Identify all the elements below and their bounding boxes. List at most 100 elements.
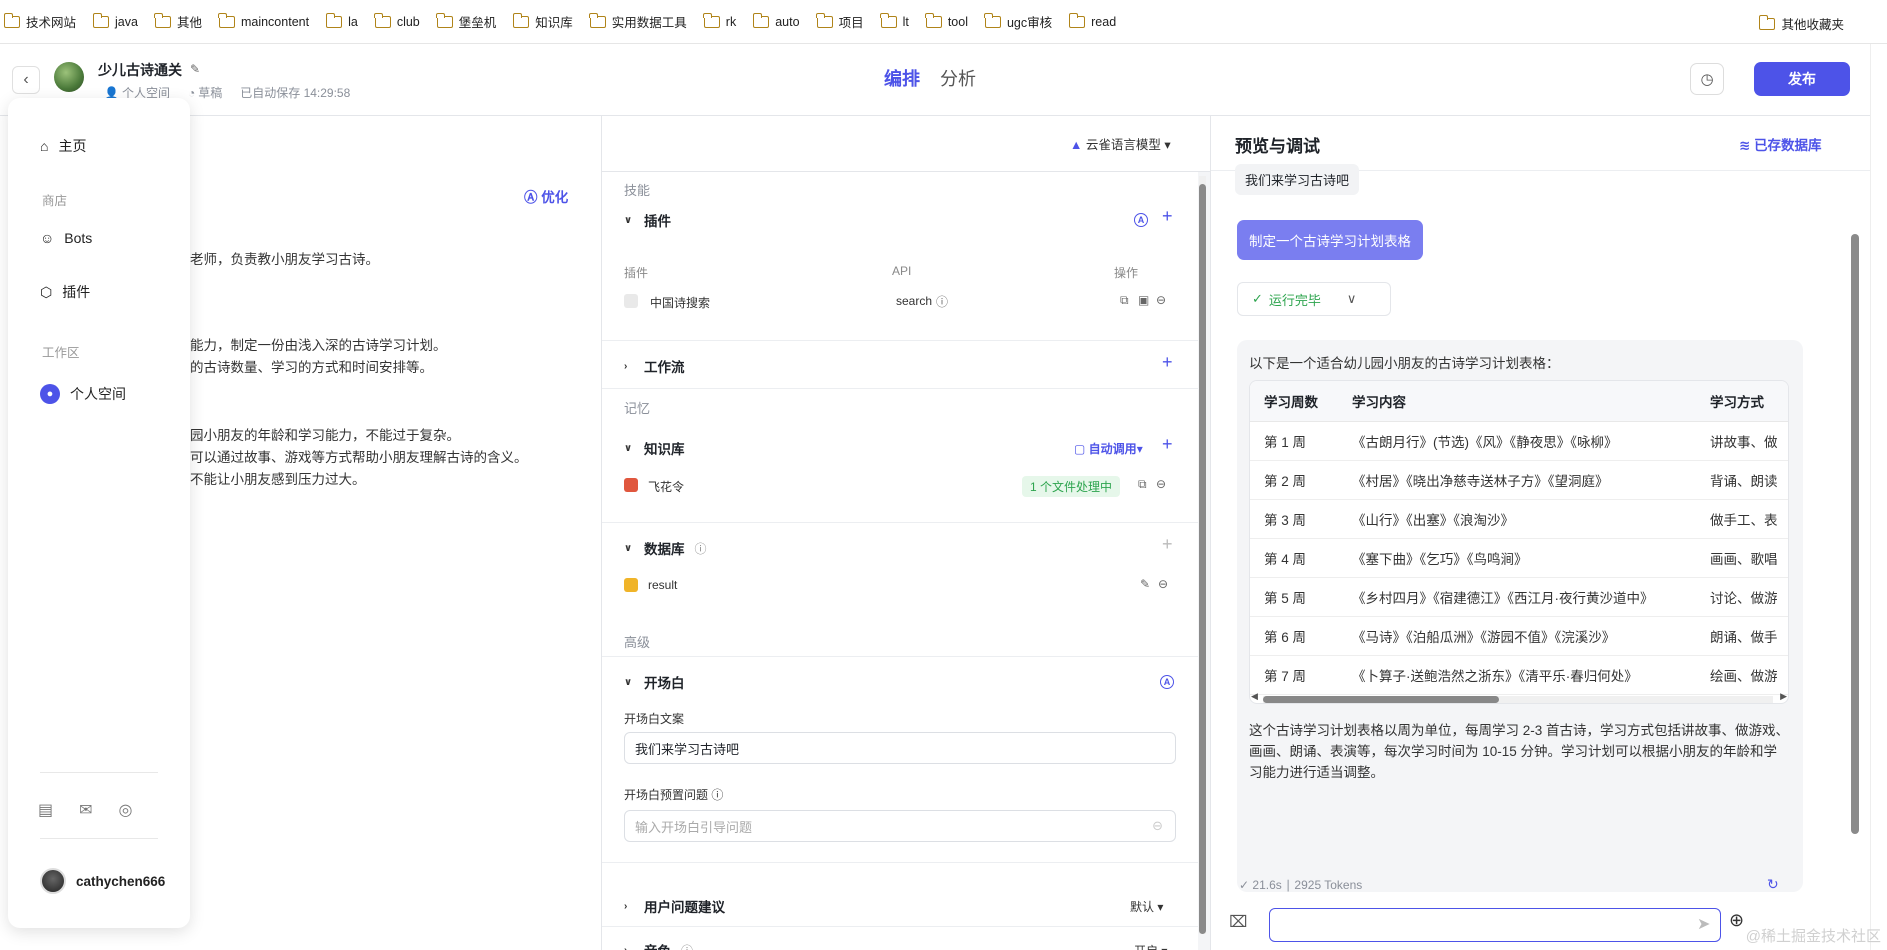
user-profile[interactable]: cathychen666	[40, 868, 165, 894]
arrow-right-icon[interactable]: ▶	[1780, 691, 1787, 702]
section-voice[interactable]: › 音色 ⓘ	[624, 940, 693, 950]
sidebar-item-personal-space[interactable]: ● 个人空间	[40, 384, 126, 404]
section-plugins[interactable]: ∨ 插件	[624, 210, 671, 230]
section-workflow[interactable]: › 工作流	[624, 356, 685, 376]
bookmark-item[interactable]: ugc审核	[984, 12, 1052, 31]
back-button[interactable]: ‹	[12, 66, 40, 94]
table-hscrollbar[interactable]: ◀ ▶	[1249, 691, 1789, 704]
bookmark-item[interactable]: 项目	[816, 12, 864, 31]
scrollbar-thumb[interactable]	[1263, 696, 1499, 703]
copy-icon[interactable]: ⧉	[1138, 477, 1147, 492]
info-icon[interactable]: ⓘ	[695, 540, 707, 557]
arrow-left-icon[interactable]: ◀	[1251, 691, 1258, 702]
add-attachment-icon[interactable]: ⊕	[1729, 910, 1744, 931]
col-api: API	[892, 264, 912, 278]
chat-input[interactable]	[1269, 908, 1721, 942]
model-select[interactable]: ▲ 云雀语言模型 ▾	[1070, 134, 1171, 153]
section-opening[interactable]: ∨ 开场白	[624, 672, 685, 692]
add-knowledge-button[interactable]: +	[1162, 434, 1173, 455]
add-plugin-button[interactable]: +	[1162, 206, 1173, 227]
prompt-line[interactable]: 能力，制定一份由浅入深的古诗学习计划。	[190, 334, 447, 354]
bookmark-item[interactable]: tool	[925, 12, 968, 29]
bookmark-item[interactable]: club	[374, 12, 420, 29]
scrollbar-thumb[interactable]	[1199, 184, 1206, 934]
add-workflow-button[interactable]: +	[1162, 352, 1173, 373]
bookmark-item[interactable]: auto	[752, 12, 800, 29]
section-knowledge[interactable]: ∨ 知识库	[624, 438, 685, 458]
prompt-line[interactable]: 不能让小朋友感到压力过大。	[190, 468, 366, 488]
prompt-line[interactable]: 老师，负责教小朋友学习古诗。	[190, 248, 379, 268]
tab-analyze[interactable]: 分析	[940, 65, 976, 91]
section-database[interactable]: ∨ 数据库 ⓘ	[624, 538, 707, 558]
prompt-line[interactable]: 的古诗数量、学习的方式和时间安排等。	[190, 356, 433, 376]
bot-avatar[interactable]	[54, 62, 84, 92]
info-icon[interactable]: ⓘ	[711, 788, 723, 802]
prompt-line[interactable]: 园小朋友的年龄和学习能力，不能过于复杂。	[190, 424, 460, 444]
send-icon[interactable]: ➤	[1697, 914, 1710, 934]
bookmark-item[interactable]: rk	[703, 12, 736, 29]
add-database-button[interactable]: +	[1162, 534, 1173, 555]
document-icon[interactable]: ▤	[38, 800, 53, 820]
optimize-label: 优化	[541, 190, 569, 205]
publish-button[interactable]: 发布	[1754, 62, 1850, 96]
auto-icon[interactable]: A	[1134, 213, 1148, 227]
chevron-down-icon: ∨	[624, 214, 633, 226]
regenerate-icon[interactable]: ↻	[1767, 876, 1779, 893]
auto-icon[interactable]: A	[1160, 675, 1174, 689]
section-suggestions[interactable]: › 用户问题建议	[624, 896, 725, 916]
tab-edit[interactable]: 编排	[884, 65, 920, 91]
suggestion-select[interactable]: 默认 ▾	[1130, 898, 1163, 915]
scrollbar-thumb[interactable]	[1851, 234, 1859, 834]
remove-icon[interactable]: ⊖	[1152, 818, 1163, 834]
run-status[interactable]: ✓ 运行完毕 ∨	[1237, 282, 1391, 316]
prompt-line[interactable]: 可以通过故事、游戏等方式帮助小朋友理解古诗的含义。	[190, 446, 528, 466]
model-label: 云雀语言模型	[1085, 138, 1161, 152]
info-icon[interactable]: ⓘ	[936, 293, 948, 310]
edit-icon[interactable]: ✎	[1140, 577, 1150, 591]
bookmark-item[interactable]: 知识库	[512, 12, 573, 31]
bookmark-item[interactable]: read	[1068, 12, 1116, 29]
copy-icon[interactable]: ⧉	[1120, 293, 1129, 308]
answer-intro: 以下是一个适合幼儿园小朋友的古诗学习计划表格：	[1249, 356, 1560, 371]
plan-table-container[interactable]: 学习周数 学习内容 学习方式 第 1 周《古朗月行》(节选)《风》《静夜思》《咏…	[1249, 380, 1789, 704]
remove-icon[interactable]: ⊖	[1158, 577, 1168, 591]
elapsed-time: 21.6s	[1252, 878, 1282, 892]
bookmarks-bar: 技术网站 java 其他 maincontent la club 堡垒机 知识库 实用数据工具 r…	[0, 0, 1887, 44]
image-icon[interactable]: ▣	[1138, 293, 1149, 307]
sidebar-item-bots[interactable]: ☺ Bots	[40, 230, 92, 246]
bookmark-item[interactable]: java	[92, 12, 138, 29]
folder-icon	[1758, 14, 1776, 30]
opening-question-input[interactable]: 输入开场白引导问题 ⊖	[624, 810, 1176, 842]
knowledge-icon	[624, 478, 638, 492]
remove-icon[interactable]: ⊖	[1156, 293, 1166, 307]
bookmark-item[interactable]: 其他	[154, 12, 202, 31]
mail-icon[interactable]: ✉	[79, 800, 92, 820]
bookmark-item[interactable]: lt	[880, 12, 909, 29]
clear-chat-icon[interactable]: ⌧	[1229, 912, 1247, 932]
opening-text-input[interactable]: 我们来学习古诗吧	[624, 732, 1176, 764]
optimize-button[interactable]: Ⓐ 优化	[524, 186, 568, 206]
bookmark-item[interactable]: la	[325, 12, 358, 29]
config-scrollbar[interactable]	[1199, 176, 1206, 934]
suggested-question-button[interactable]: 制定一个古诗学习计划表格	[1237, 220, 1423, 260]
bookmark-item[interactable]: 实用数据工具	[589, 12, 687, 31]
sidebar-item-plugins[interactable]: ⬡ 插件	[40, 282, 90, 302]
bookmark-other[interactable]: 其他收藏夹	[1758, 14, 1844, 33]
table-row: 第 7 周《卜算子·送鲍浩然之浙东》《清平乐·春归何处》 绘画、做游	[1250, 655, 1788, 695]
voice-select[interactable]: 开启 ▾	[1134, 942, 1167, 950]
bookmark-item[interactable]: 技术网站	[3, 12, 76, 31]
bookmark-item[interactable]: maincontent	[218, 12, 309, 29]
answer-stats: ✓ 21.6s ∣ 2925 Tokens	[1239, 878, 1363, 892]
kb-auto-select[interactable]: ▢ 自动调用▾	[1074, 440, 1143, 457]
sidebar-item-home[interactable]: ⌂ 主页	[40, 136, 86, 156]
saved-database-button[interactable]: ≋ 已存数据库	[1739, 134, 1822, 154]
database-icon	[624, 578, 638, 592]
bookmark-item[interactable]: 堡垒机	[436, 12, 496, 31]
preview-scrollbar[interactable]	[1851, 174, 1859, 894]
info-icon[interactable]: ⓘ	[681, 942, 693, 950]
wechat-icon[interactable]: ◎	[119, 800, 133, 820]
history-button[interactable]: ◷	[1690, 63, 1724, 95]
bookmark-label: 知识库	[535, 16, 573, 30]
remove-icon[interactable]: ⊖	[1156, 477, 1166, 491]
edit-icon[interactable]: ✎	[190, 62, 200, 76]
